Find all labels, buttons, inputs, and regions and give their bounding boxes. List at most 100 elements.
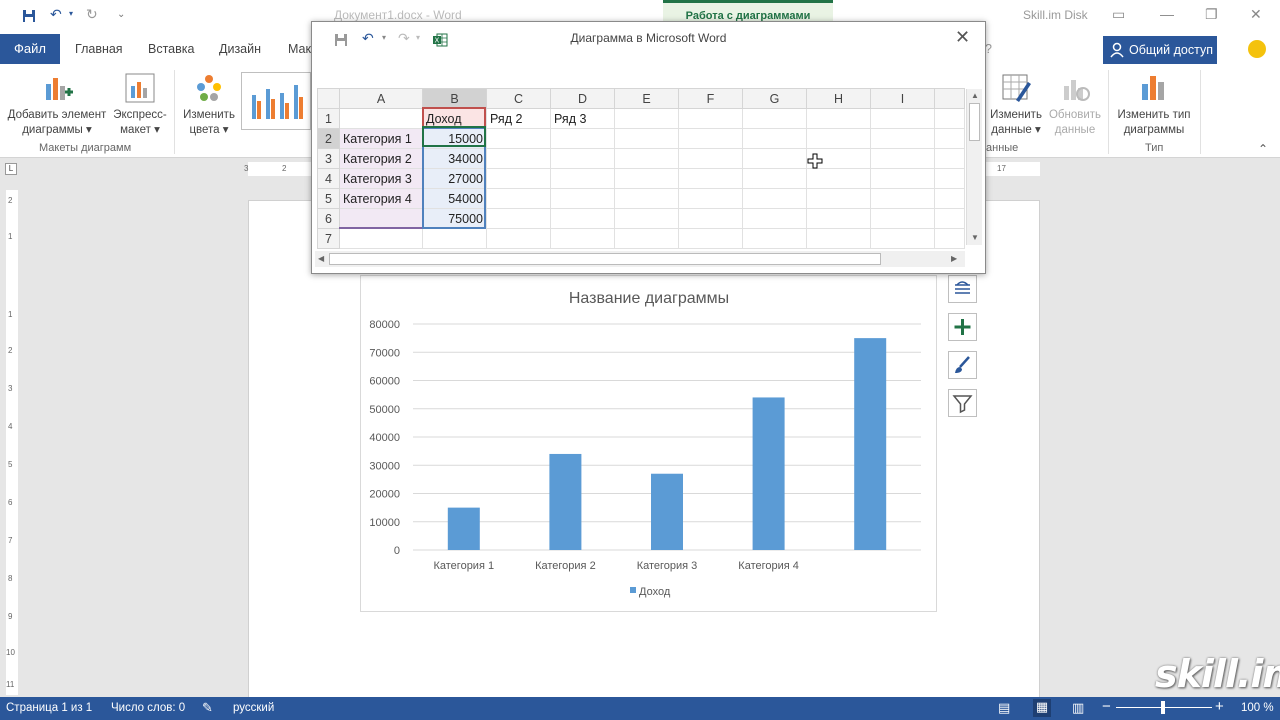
undo-dropdown-icon[interactable]: ▾ bbox=[69, 9, 73, 18]
cell-c5[interactable] bbox=[486, 188, 551, 209]
cell-b2[interactable]: 15000 bbox=[422, 128, 487, 149]
cell-d6[interactable] bbox=[550, 208, 615, 229]
web-layout-icon[interactable]: ▥ bbox=[1072, 700, 1084, 716]
customize-qat-icon[interactable]: ⌄ bbox=[117, 9, 125, 20]
cell[interactable] bbox=[870, 208, 935, 229]
cell[interactable] bbox=[614, 108, 679, 129]
cell[interactable] bbox=[870, 108, 935, 129]
cell[interactable] bbox=[742, 108, 807, 129]
cell[interactable] bbox=[678, 128, 743, 149]
undo-icon[interactable]: ↶ bbox=[50, 6, 62, 23]
vertical-ruler[interactable]: 2 1 1 2 3 4 5 6 7 8 9 10 11 bbox=[6, 190, 18, 695]
save-icon[interactable] bbox=[22, 9, 36, 23]
column-header-a[interactable]: A bbox=[339, 88, 423, 109]
scroll-down-icon[interactable]: ▼ bbox=[971, 233, 979, 242]
cell-c6[interactable] bbox=[486, 208, 551, 229]
cell[interactable] bbox=[742, 228, 807, 249]
cell[interactable] bbox=[870, 228, 935, 249]
row-header[interactable]: 3 bbox=[317, 148, 340, 169]
cell[interactable] bbox=[870, 188, 935, 209]
cell-d3[interactable] bbox=[550, 148, 615, 169]
cell[interactable] bbox=[678, 148, 743, 169]
chart-styles-button[interactable] bbox=[948, 351, 977, 379]
tab-design[interactable]: Дизайн bbox=[219, 34, 261, 64]
help-icon[interactable]: ? bbox=[985, 34, 992, 64]
horizontal-scrollbar[interactable]: ◀ ▶ bbox=[315, 251, 965, 267]
cell-a5[interactable]: Категория 4 bbox=[339, 188, 423, 209]
cell[interactable] bbox=[742, 168, 807, 189]
redo-icon[interactable]: ↻ bbox=[86, 6, 98, 23]
row-header[interactable]: 1 bbox=[317, 108, 340, 129]
cell-c2[interactable] bbox=[486, 128, 551, 149]
row-header[interactable]: 4 bbox=[317, 168, 340, 189]
cell-a3[interactable]: Категория 2 bbox=[339, 148, 423, 169]
add-chart-element-button[interactable]: Добавить элемент диаграммы ▾ bbox=[4, 72, 110, 138]
scroll-thumb[interactable] bbox=[969, 103, 980, 141]
layout-options-button[interactable] bbox=[948, 275, 977, 303]
tab-file[interactable]: Файл bbox=[0, 34, 60, 64]
cell[interactable] bbox=[934, 208, 965, 229]
cell[interactable] bbox=[870, 168, 935, 189]
cell[interactable] bbox=[742, 188, 807, 209]
read-mode-icon[interactable]: ▤ bbox=[998, 700, 1010, 716]
proofing-icon[interactable]: ✎ bbox=[202, 700, 213, 716]
cell-c3[interactable] bbox=[486, 148, 551, 169]
cell[interactable] bbox=[934, 168, 965, 189]
chart-data-window[interactable]: ↶ ▾ ↷ ▾ X Диаграмма в Microsoft Word ✕ A… bbox=[311, 21, 986, 274]
smiley-feedback-icon[interactable] bbox=[1248, 40, 1266, 58]
cell-b1[interactable]: Доход bbox=[422, 108, 487, 129]
cell[interactable] bbox=[870, 128, 935, 149]
zoom-out-icon[interactable]: − bbox=[1102, 698, 1111, 715]
page-count[interactable]: Страница 1 из 1 bbox=[6, 702, 92, 714]
column-header-partial[interactable] bbox=[934, 88, 965, 109]
cell[interactable] bbox=[934, 128, 965, 149]
cell-b6[interactable]: 75000 bbox=[422, 208, 487, 229]
cell[interactable] bbox=[742, 208, 807, 229]
cell-c4[interactable] bbox=[486, 168, 551, 189]
share-button[interactable]: Общий доступ bbox=[1103, 36, 1217, 64]
chart-elements-button[interactable] bbox=[948, 313, 977, 341]
cell[interactable] bbox=[806, 188, 871, 209]
column-header-h[interactable]: H bbox=[806, 88, 871, 109]
chart-style-gallery-item[interactable] bbox=[241, 72, 311, 130]
cell[interactable] bbox=[614, 208, 679, 229]
cell-a7[interactable] bbox=[339, 228, 423, 249]
zoom-in-icon[interactable]: + bbox=[1215, 698, 1224, 715]
cell[interactable] bbox=[614, 168, 679, 189]
cell[interactable] bbox=[614, 228, 679, 249]
cell[interactable] bbox=[934, 148, 965, 169]
cell-b7[interactable] bbox=[422, 228, 487, 249]
cell-d5[interactable] bbox=[550, 188, 615, 209]
change-colors-button[interactable]: Изменить цвета ▾ bbox=[178, 72, 240, 138]
close-icon[interactable]: ✕ bbox=[955, 27, 970, 48]
cell[interactable] bbox=[742, 128, 807, 149]
cell-a2[interactable]: Категория 1 bbox=[339, 128, 423, 149]
cell[interactable] bbox=[678, 168, 743, 189]
cell[interactable] bbox=[870, 148, 935, 169]
tab-layout[interactable]: Мак bbox=[288, 34, 311, 64]
cell-b3[interactable]: 34000 bbox=[422, 148, 487, 169]
column-header-c[interactable]: C bbox=[486, 88, 551, 109]
cell[interactable] bbox=[806, 208, 871, 229]
cell[interactable] bbox=[678, 228, 743, 249]
language[interactable]: русский bbox=[233, 702, 274, 714]
cell[interactable] bbox=[614, 148, 679, 169]
cell-b4[interactable]: 27000 bbox=[422, 168, 487, 189]
account-name[interactable]: Skill.im Disk bbox=[1023, 8, 1088, 22]
cell-a6[interactable] bbox=[339, 208, 423, 229]
row-header[interactable]: 6 bbox=[317, 208, 340, 229]
tab-insert[interactable]: Вставка bbox=[148, 34, 194, 64]
cell[interactable] bbox=[806, 228, 871, 249]
cell-c7[interactable] bbox=[486, 228, 551, 249]
cell-a4[interactable]: Категория 3 bbox=[339, 168, 423, 189]
cell[interactable] bbox=[614, 188, 679, 209]
minimize-icon[interactable]: — bbox=[1160, 6, 1174, 22]
print-layout-icon[interactable]: ▦ bbox=[1033, 699, 1051, 717]
tab-selector-icon[interactable]: L bbox=[5, 163, 17, 175]
spreadsheet-grid[interactable]: A B C D E F G H I 1 Доход Ряд 2 Ряд 3 2 … bbox=[317, 88, 965, 249]
row-header[interactable]: 2 bbox=[317, 128, 340, 149]
cell[interactable] bbox=[614, 128, 679, 149]
change-chart-type-button[interactable]: Изменить тип диаграммы bbox=[1112, 72, 1196, 138]
scroll-right-icon[interactable]: ▶ bbox=[951, 254, 957, 263]
zoom-level[interactable]: 100 % bbox=[1241, 702, 1274, 714]
